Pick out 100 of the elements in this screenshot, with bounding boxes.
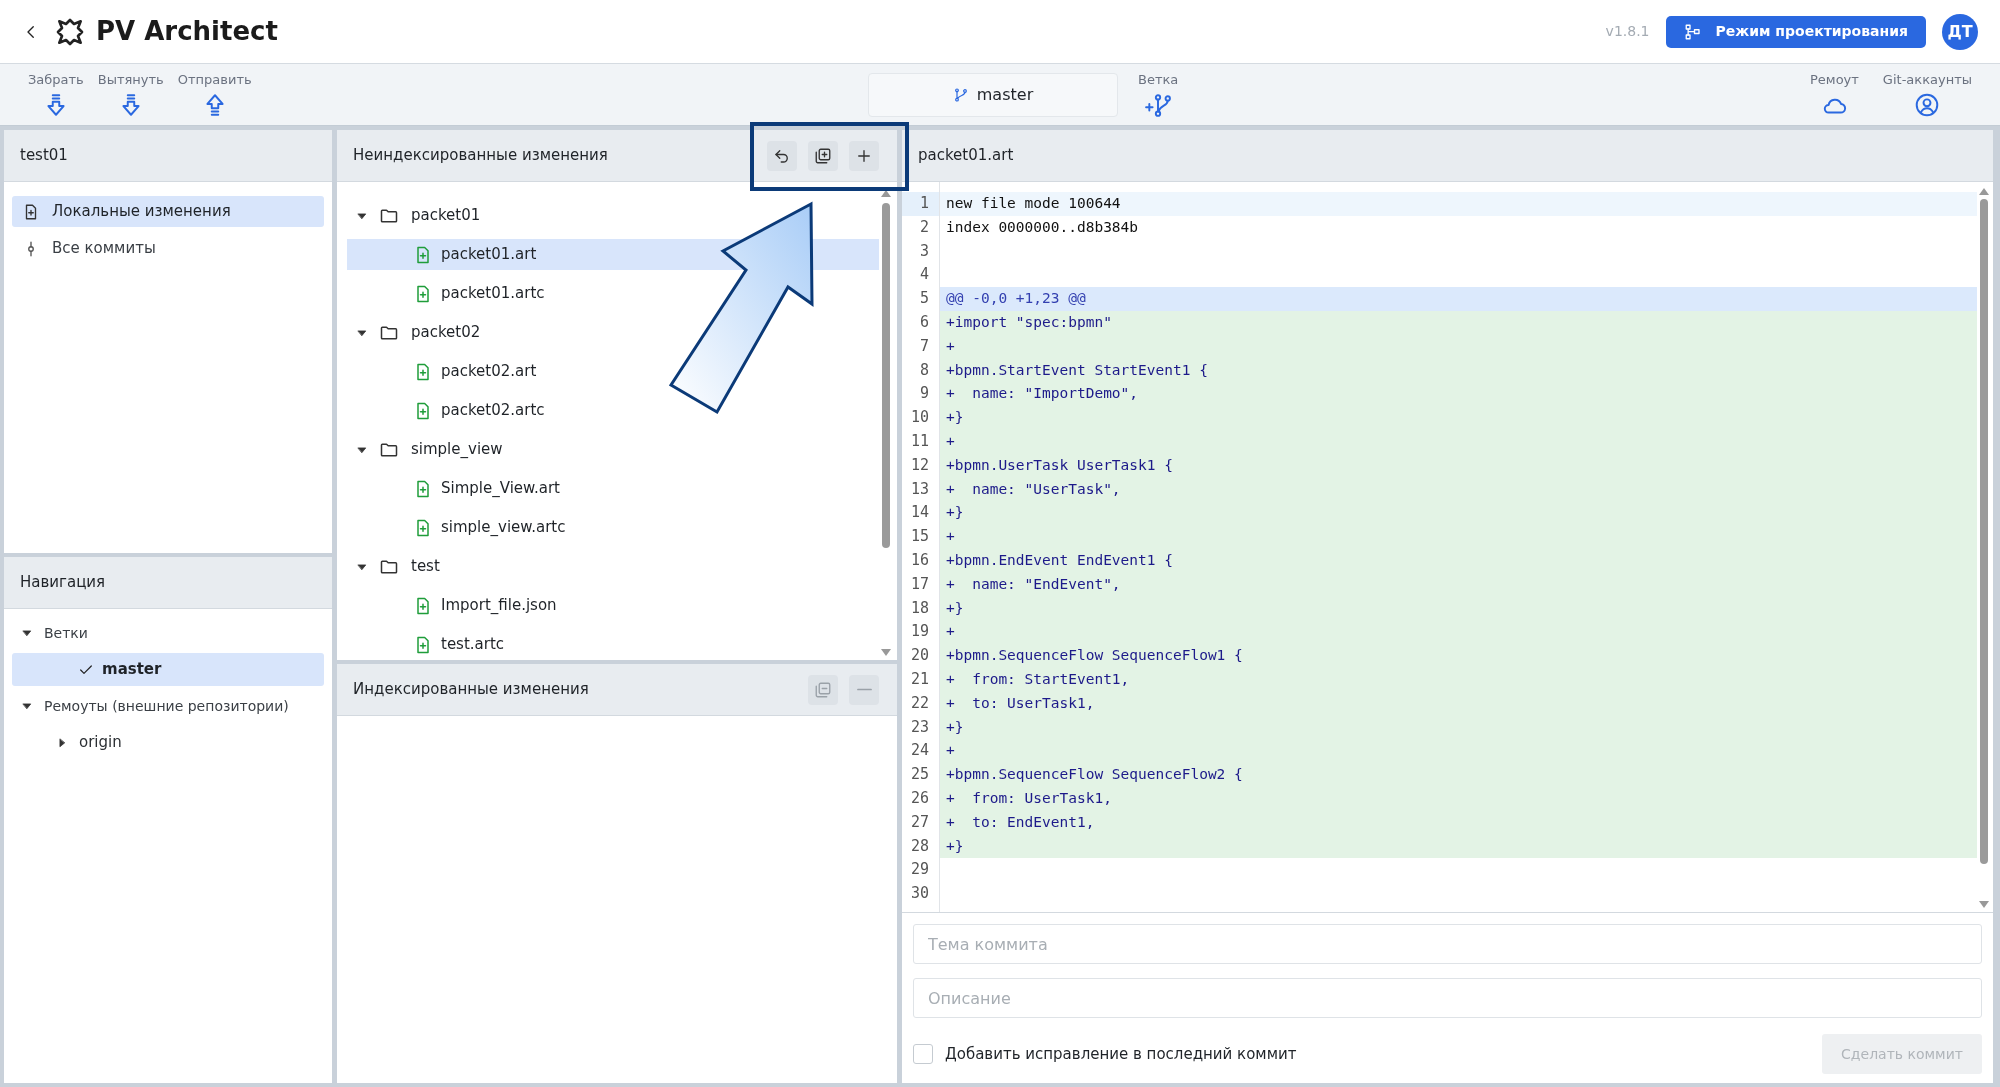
code-line: + — [946, 742, 955, 759]
scrollbar[interactable] — [881, 190, 891, 656]
repo-title: test01 — [20, 145, 68, 167]
code-line: + name: "UserTask", — [946, 480, 1121, 497]
line-number: 26 — [909, 787, 930, 809]
code-line: +} — [946, 409, 964, 426]
line-number: 20 — [909, 645, 930, 667]
stage-all-button[interactable] — [808, 140, 838, 171]
commit-subject-field[interactable]: Тема коммита — [913, 924, 1982, 964]
unstaged-title: Неиндексированные изменения — [353, 145, 608, 167]
sidebar-item[interactable]: Все коммиты — [12, 233, 324, 264]
line-number: 6 — [918, 312, 930, 333]
line-number: 3 — [918, 240, 930, 262]
file-item[interactable]: packet02.art — [347, 356, 879, 387]
design-mode-button[interactable]: Режим проектирования — [1665, 15, 1926, 48]
toolbar-button[interactable]: Ремоут — [1804, 71, 1865, 118]
code-line: + — [946, 528, 955, 545]
code-line: + to: UserTask1, — [946, 694, 1095, 711]
line-number: 21 — [909, 668, 930, 690]
line-number: 13 — [909, 478, 930, 500]
line-number: 5 — [918, 288, 930, 310]
branch-item[interactable]: master — [12, 653, 324, 686]
line-number: 15 — [909, 526, 930, 548]
file-item[interactable]: packet02.artc — [347, 395, 879, 426]
branch-icon — [952, 86, 969, 103]
section-label[interactable]: Ветки — [44, 622, 88, 644]
folder-name[interactable]: simple_view — [411, 438, 503, 461]
line-number: 25 — [909, 764, 930, 786]
caret-icon[interactable] — [357, 210, 367, 221]
user-icon — [1914, 91, 1941, 118]
navigation-title: Навигация — [20, 572, 106, 594]
amend-label: Добавить исправление в последний коммит — [945, 1043, 1297, 1065]
undo-button[interactable] — [767, 140, 797, 171]
line-number: 14 — [909, 502, 930, 524]
code-line: +bpmn.EndEvent EndEvent1 { — [946, 551, 1173, 568]
line-number: 22 — [909, 692, 930, 714]
line-number: 29 — [909, 859, 930, 881]
remote-item[interactable]: origin — [12, 726, 324, 759]
line-number: 12 — [909, 454, 930, 476]
code-line: +bpmn.StartEvent StartEvent1 { — [946, 361, 1208, 378]
file-title: packet01.art — [918, 145, 1014, 167]
code-line: index 0000000..d8b384b — [946, 218, 1139, 235]
line-number: 23 — [909, 716, 930, 738]
unstage-icon — [856, 688, 872, 691]
code-line: +} — [946, 504, 964, 521]
code-line: + to: EndEvent1, — [946, 813, 1095, 830]
code-line: +import "spec:bpmn" — [946, 314, 1112, 330]
toolbar-button[interactable]: Отправить — [171, 71, 258, 118]
code-line: +bpmn.SequenceFlow SequenceFlow2 { — [946, 766, 1243, 783]
line-number: 7 — [918, 335, 930, 357]
toolbar-button[interactable]: Вытянуть — [91, 71, 170, 118]
line-number: 28 — [909, 835, 930, 857]
line-number: 11 — [909, 430, 930, 452]
code-line: + from: StartEvent1, — [946, 670, 1130, 687]
app-title: PV Architect — [96, 15, 278, 48]
line-number: 24 — [909, 740, 930, 762]
code-line: +bpmn.UserTask UserTask1 { — [946, 456, 1173, 473]
folder-name[interactable]: test — [411, 555, 440, 578]
line-number: 19 — [909, 621, 930, 643]
user-avatar[interactable]: ДТ — [1942, 13, 1978, 50]
line-number: 9 — [918, 383, 930, 405]
scrollbar[interactable] — [1979, 188, 1989, 908]
line-number: 30 — [909, 883, 930, 905]
file-item[interactable]: Import_file.json — [347, 590, 879, 621]
staged-title: Индексированные изменения — [353, 679, 589, 701]
code-line: @@ -0,0 +1,23 @@ — [946, 290, 1086, 307]
caret-icon[interactable] — [357, 327, 367, 338]
file-item[interactable]: test.artc — [347, 629, 879, 660]
code-line: +} — [946, 599, 964, 616]
folder-name[interactable]: packet01 — [411, 204, 481, 227]
caret-icon[interactable] — [22, 701, 32, 711]
commit-description-field[interactable]: Описание — [913, 978, 1982, 1018]
line-number: 18 — [909, 597, 930, 619]
line-number: 4 — [918, 264, 930, 286]
caret-icon[interactable] — [357, 444, 367, 455]
code-line: new file mode 100644 — [946, 195, 1121, 211]
caret-icon[interactable] — [357, 561, 367, 572]
code-line: + from: UserTask1, — [946, 789, 1112, 806]
file-item[interactable]: packet01.artc — [347, 278, 879, 309]
folder-name[interactable]: packet02 — [411, 321, 481, 344]
stage-button[interactable] — [849, 140, 879, 171]
code-line: + name: "ImportDemo", — [946, 385, 1139, 402]
toolbar-button[interactable]: Забрать — [22, 71, 90, 118]
code-line: + — [946, 623, 955, 640]
caret-icon[interactable] — [57, 737, 67, 748]
version-label: v1.8.1 — [1605, 22, 1650, 41]
caret-icon[interactable] — [22, 628, 32, 638]
toolbar-button[interactable]: Git-аккаунты — [1876, 71, 1978, 118]
amend-checkbox[interactable] — [913, 1044, 933, 1064]
new-branch-button[interactable]: Ветка — [1138, 71, 1179, 118]
section-label[interactable]: Ремоуты (внешние репозитории) — [44, 695, 289, 717]
code-line: + name: "EndEvent", — [946, 575, 1121, 592]
line-number: 2 — [918, 216, 930, 238]
line-number: 8 — [918, 359, 930, 381]
sidebar-item[interactable]: Локальные изменения — [12, 196, 324, 227]
branch-selector[interactable]: master — [868, 72, 1118, 117]
stage-all-icon — [814, 146, 832, 165]
file-item[interactable]: simple_view.artc — [347, 512, 879, 543]
file-item[interactable]: Simple_View.art — [347, 473, 879, 504]
code-line: +} — [946, 718, 964, 735]
